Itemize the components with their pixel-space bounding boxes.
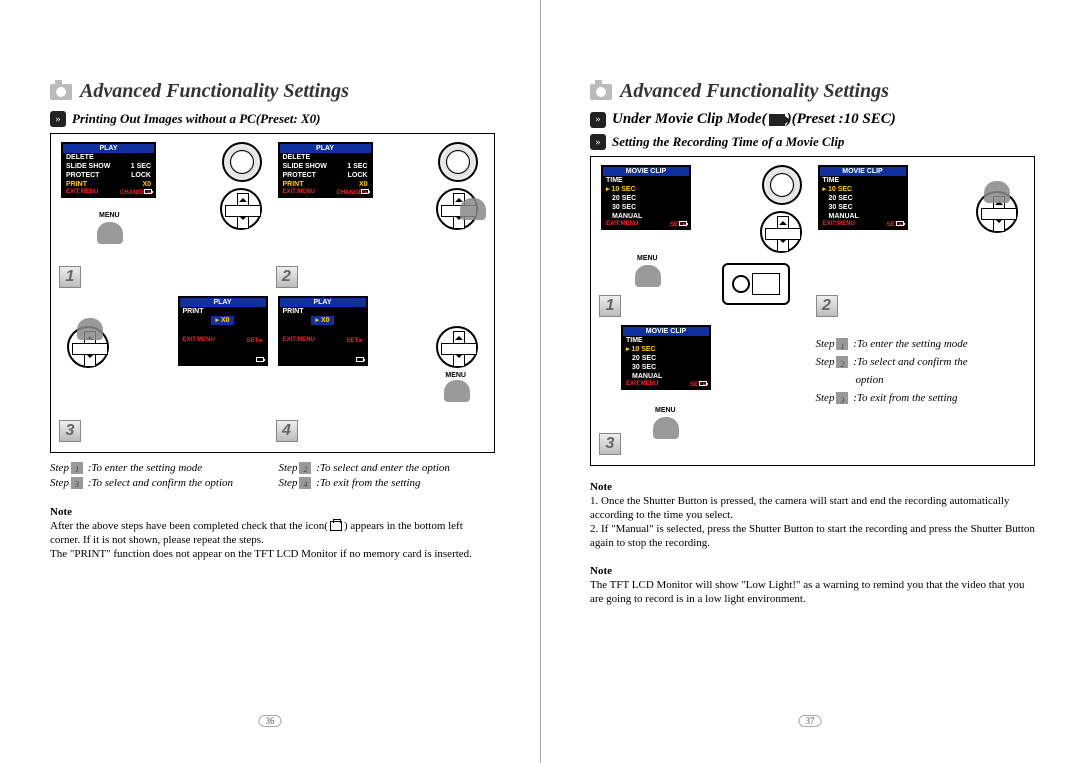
movie-camera-icon	[769, 114, 785, 126]
panel-4: PLAY PRINT ▸ X0 EXIT:MENUSET:▸ MENU 4	[276, 296, 487, 444]
battery-icon	[356, 357, 364, 362]
thumb-icon	[653, 417, 679, 439]
instruction-panels: PLAY DELETE SLIDE SHOW1 SEC PROTECTLOCK …	[50, 133, 495, 453]
section-heading: Printing Out Images without a PC(Preset:…	[72, 111, 320, 127]
dpad-icon	[760, 211, 802, 253]
lcd-screen: MOVIE CLIP TIME ▸ 10 SEC 20 SEC 30 SEC M…	[601, 165, 691, 230]
lcd-screen: MOVIE CLIP TIME ▸ 10 SEC 20 SEC 30 SEC M…	[818, 165, 908, 230]
lcd-screen: MOVIE CLIP TIME ▸ 10 SEC 20 SEC 30 SEC M…	[621, 325, 711, 390]
step-captions: Step1 :To enter the setting mode Step2 :…	[50, 461, 495, 491]
note-text: The "PRINT" function does not appear on …	[50, 547, 495, 561]
note-block-1: Note 1. Once the Shutter Button is press…	[590, 480, 1035, 550]
menu-label: MENU	[655, 407, 676, 414]
print-icon	[330, 521, 342, 531]
thumb-icon	[97, 222, 123, 244]
thumb-icon	[444, 380, 470, 402]
menu-label: MENU	[99, 212, 120, 219]
page-number: 37	[799, 715, 822, 727]
mode-dial-icon	[438, 142, 478, 182]
panel-2: MOVIE CLIP TIME ▸ 10 SEC 20 SEC 30 SEC M…	[816, 165, 1027, 319]
dpad-icon	[436, 326, 478, 368]
panel-steps: Step1 :To enter the setting mode Step2 :…	[816, 325, 1027, 457]
battery-icon	[679, 221, 687, 226]
panel-1: PLAY DELETE SLIDE SHOW1 SEC PROTECTLOCK …	[59, 142, 270, 290]
lcd-screen: PLAY PRINT ▸ X0 EXIT:MENUSET:▸	[178, 296, 268, 366]
page-right: Advanced Functionality Settings » Under …	[540, 0, 1080, 763]
note-heading: Note	[590, 480, 1035, 494]
note-text: 2. If "Manual" is selected, press the Sh…	[590, 522, 1035, 550]
panel-3: PLAY PRINT ▸ X0 EXIT:MENUSET:▸ 3	[59, 296, 270, 444]
mode-dial-icon	[222, 142, 262, 182]
step-badge: 1	[599, 295, 621, 317]
camera-body-icon	[722, 263, 790, 305]
thumb-icon	[77, 318, 103, 340]
panel-2: PLAY DELETE SLIDE SHOW1 SEC PROTECTLOCK …	[276, 142, 487, 290]
camera-icon	[50, 84, 72, 100]
page-title: Advanced Functionality Settings	[80, 80, 349, 103]
note-heading: Note	[50, 505, 495, 519]
title-row: Advanced Functionality Settings	[50, 80, 495, 103]
camera-icon	[590, 84, 612, 100]
note-text: After the above steps have been complete…	[50, 519, 495, 547]
mode-dial-icon	[762, 165, 802, 205]
battery-icon	[144, 189, 152, 194]
step-badge: 3	[599, 433, 621, 455]
battery-icon	[256, 357, 264, 362]
section-row: » Printing Out Images without a PC(Prese…	[50, 111, 495, 127]
subsection-heading: Setting the Recording Time of a Movie Cl…	[612, 134, 844, 150]
section-row: » Under Movie Clip Mode()(Preset :10 SEC…	[590, 111, 1035, 128]
lcd-screen: PLAY DELETE SLIDE SHOW1 SEC PROTECTLOCK …	[278, 142, 373, 198]
note-block-2: Note The TFT LCD Monitor will show "Low …	[590, 564, 1035, 606]
title-row: Advanced Functionality Settings	[590, 80, 1035, 103]
arrow-badge-icon: »	[590, 134, 606, 150]
battery-icon	[699, 381, 707, 386]
step-badge: 3	[59, 420, 81, 442]
dpad-icon	[220, 188, 262, 230]
battery-icon	[896, 221, 904, 226]
lcd-screen: PLAY DELETE SLIDE SHOW1 SEC PROTECTLOCK …	[61, 142, 156, 198]
step-badge: 2	[276, 266, 298, 288]
panel-3: MOVIE CLIP TIME ▸ 10 SEC 20 SEC 30 SEC M…	[599, 325, 810, 457]
thumb-icon	[460, 198, 486, 220]
note-block: Note After the above steps have been com…	[50, 505, 495, 561]
note-heading: Note	[590, 564, 1035, 578]
page-left: Advanced Functionality Settings » Printi…	[0, 0, 540, 763]
step-badge: 4	[276, 420, 298, 442]
lcd-header: PLAY	[63, 144, 154, 153]
arrow-badge-icon: »	[50, 111, 66, 127]
panel-1: MOVIE CLIP TIME ▸ 10 SEC 20 SEC 30 SEC M…	[599, 165, 810, 319]
subsection-row: » Setting the Recording Time of a Movie …	[590, 134, 1035, 150]
step-captions: Step1 :To enter the setting mode Step2 :…	[816, 325, 1027, 407]
battery-icon	[361, 189, 369, 194]
step-badge: 2	[816, 295, 838, 317]
lcd-screen: PLAY PRINT ▸ X0 EXIT:MENUSET:▸	[278, 296, 368, 366]
note-text: 1. Once the Shutter Button is pressed, t…	[590, 494, 1035, 522]
menu-label: MENU	[445, 372, 466, 379]
thumb-icon	[635, 265, 661, 287]
thumb-icon	[984, 181, 1010, 203]
step-badge: 1	[59, 266, 81, 288]
arrow-badge-icon: »	[590, 112, 606, 128]
menu-label: MENU	[637, 255, 658, 262]
section-heading: Under Movie Clip Mode()(Preset :10 SEC)	[612, 111, 896, 128]
note-text: The TFT LCD Monitor will show "Low Light…	[590, 578, 1035, 606]
instruction-panels: MOVIE CLIP TIME ▸ 10 SEC 20 SEC 30 SEC M…	[590, 156, 1035, 466]
page-number: 36	[259, 715, 282, 727]
page-title: Advanced Functionality Settings	[620, 80, 889, 103]
